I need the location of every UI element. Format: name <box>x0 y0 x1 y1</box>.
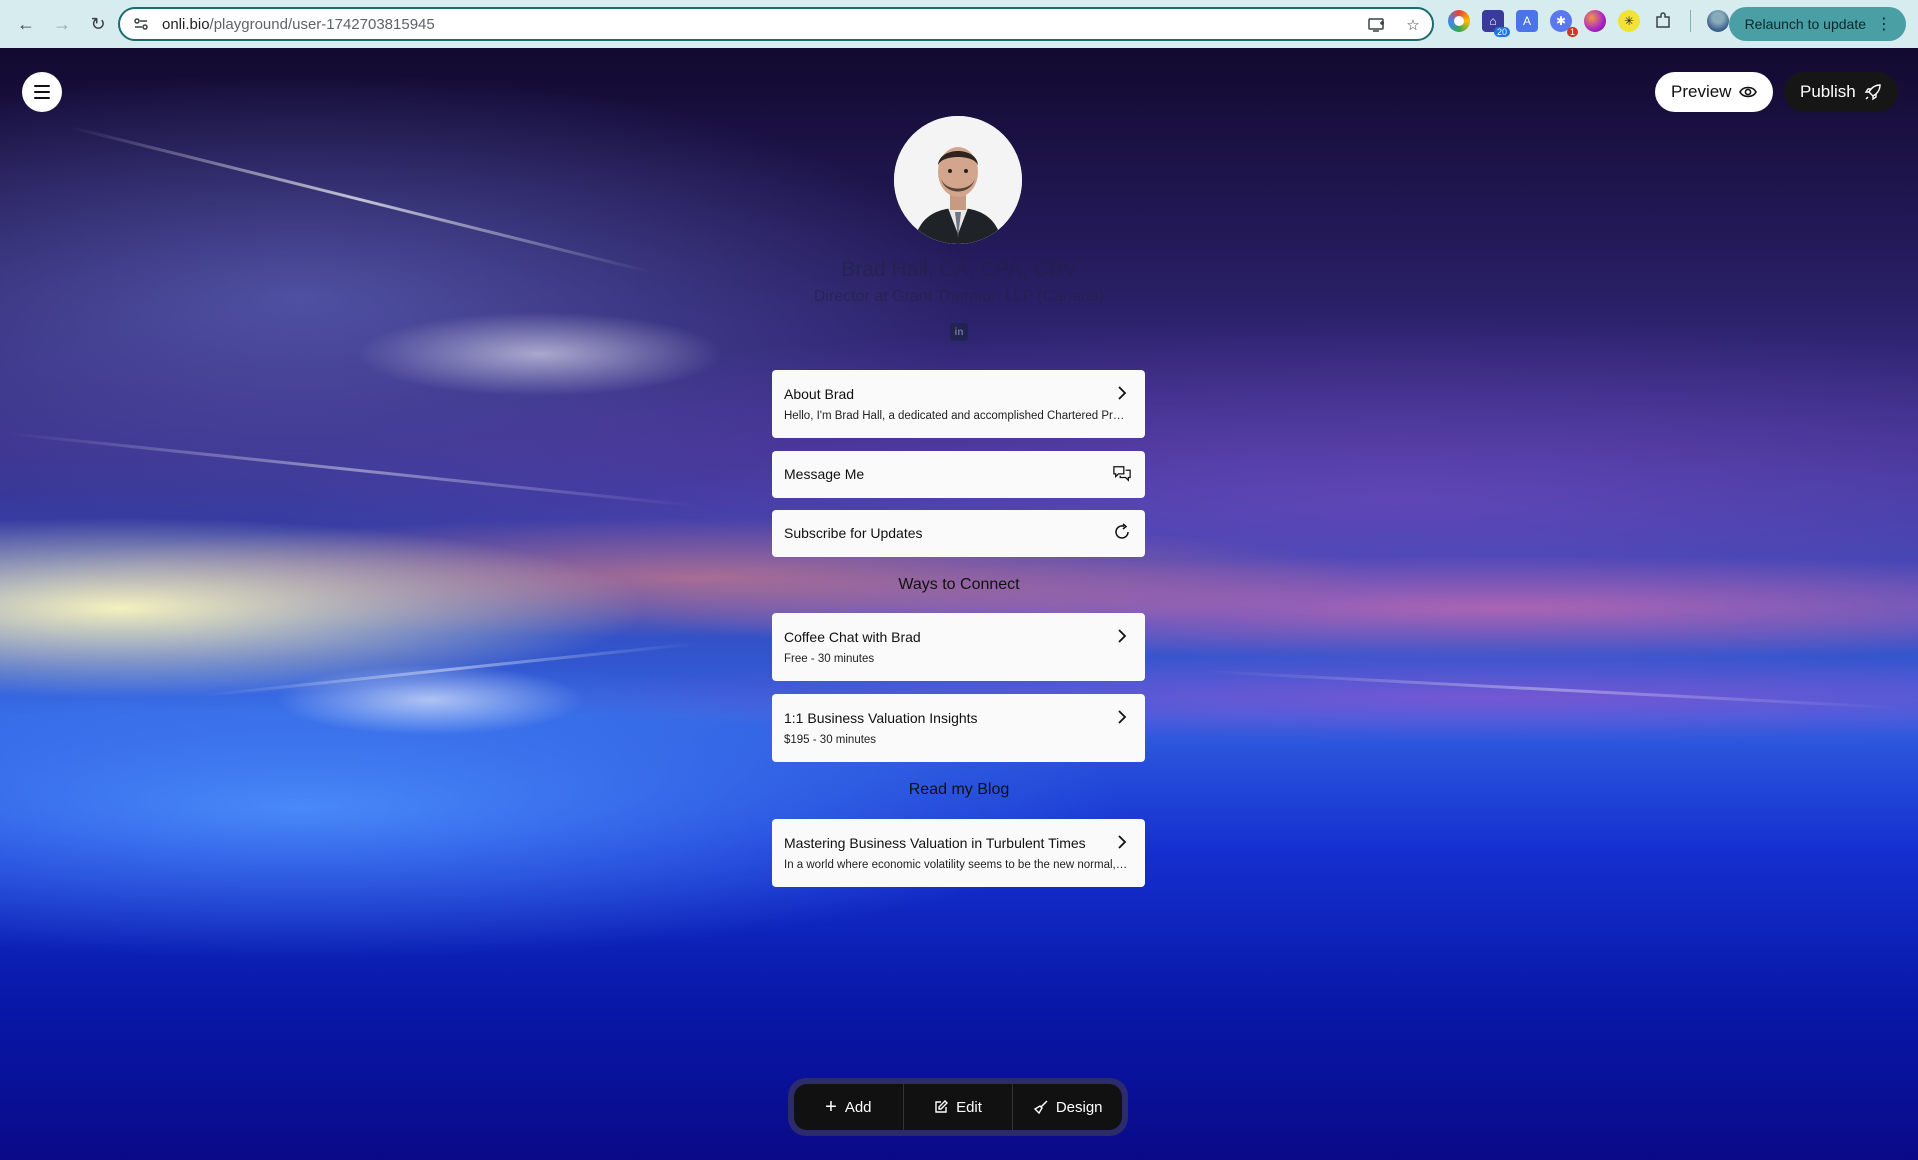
bookmark-star-icon[interactable]: ☆ <box>1402 14 1424 36</box>
edit-button[interactable]: Edit <box>904 1084 1014 1130</box>
offering-price: Free - 30 minutes <box>784 653 875 665</box>
toolbar-divider <box>1690 10 1691 32</box>
profile-name: Brad Hall, CA, CPA, CBV <box>841 258 1077 281</box>
preview-label: Preview <box>1671 82 1732 101</box>
offering-price: $195 - 30 minutes <box>784 734 877 746</box>
relaunch-label: Relaunch to update <box>1744 16 1866 32</box>
design-button[interactable]: Design <box>1013 1084 1122 1130</box>
relaunch-button[interactable]: Relaunch to update ⋮ <box>1728 7 1906 41</box>
rocket-icon <box>1864 84 1881 101</box>
list-item[interactable]: Coffee Chat with Brad Free - 30 minutes <box>772 613 1145 681</box>
offering-title: 1:1 Business Valuation Insights <box>784 710 978 726</box>
chevron-right-icon <box>1113 833 1131 851</box>
pencil-icon <box>935 1100 949 1113</box>
extension-asterisk-icon[interactable]: ✳ <box>1618 10 1640 32</box>
refresh-icon <box>1113 523 1131 541</box>
preview-button[interactable]: Preview <box>1655 72 1774 112</box>
list-item[interactable]: 1:1 Business Valuation Insights $195 - 3… <box>772 694 1145 762</box>
offering-title: Coffee Chat with Brad <box>784 629 921 645</box>
ways-to-connect-heading: Ways to Connect <box>898 576 1020 593</box>
brush-icon <box>1033 1099 1048 1114</box>
publish-button[interactable]: Publish <box>1784 72 1898 112</box>
reload-icon[interactable]: ↻ <box>80 6 116 42</box>
add-button[interactable]: + Add <box>794 1084 904 1130</box>
profile-avatar-icon[interactable] <box>1707 10 1729 32</box>
chevron-right-icon <box>1113 384 1131 402</box>
about-summary: Hello, I'm Brad Hall, a dedicated and ac… <box>784 410 1129 422</box>
plus-icon: + <box>825 1096 837 1118</box>
chevron-right-icon <box>1113 708 1131 726</box>
forward-icon[interactable]: → <box>44 6 80 42</box>
more-options-icon[interactable]: ⋮ <box>1876 14 1892 34</box>
site-settings-icon[interactable] <box>132 15 150 33</box>
chat-bubbles-icon <box>1113 464 1131 482</box>
subscribe-card[interactable]: Subscribe for Updates <box>772 510 1145 557</box>
address-bar[interactable]: onli.bio/playground/user-1742703815945 ☆ <box>118 7 1434 41</box>
eye-icon <box>1739 86 1758 98</box>
light-streak <box>1200 669 1900 710</box>
extension-orb-icon[interactable] <box>1584 10 1606 32</box>
light-streak <box>1 431 699 508</box>
design-label: Design <box>1055 1098 1103 1116</box>
page-background: Preview Publish Brad Hall, CA, CPA, CBV … <box>0 48 1918 1160</box>
url-text: onli.bio/playground/user-1742703815945 <box>162 15 435 33</box>
about-card[interactable]: About Brad Hello, I'm Brad Hall, a dedic… <box>772 370 1145 438</box>
read-my-blog-heading: Read my Blog <box>908 781 1010 798</box>
back-icon[interactable]: ← <box>8 6 44 42</box>
edit-label: Edit <box>956 1098 982 1116</box>
editor-toolbar: + Add Edit Design <box>788 1078 1128 1136</box>
avatar <box>894 116 1022 244</box>
extension-colorful-icon[interactable] <box>1448 10 1470 32</box>
extensions-puzzle-icon[interactable] <box>1652 10 1674 32</box>
profile-title: Director at Grant Thornton LLP (Canada) <box>813 288 1105 305</box>
add-label: Add <box>844 1098 872 1116</box>
about-title: About Brad <box>784 386 855 402</box>
linkedin-icon[interactable]: in <box>950 323 968 341</box>
message-me-card[interactable]: Message Me <box>772 451 1145 498</box>
blog-post-excerpt: In a world where economic volatility see… <box>784 859 1129 871</box>
light-streak <box>68 125 652 274</box>
list-item[interactable]: Mastering Business Valuation in Turbulen… <box>772 819 1145 887</box>
subscribe-title: Subscribe for Updates <box>784 525 923 541</box>
publish-label: Publish <box>1800 82 1856 101</box>
chevron-right-icon <box>1113 627 1131 645</box>
extension-home-icon[interactable]: ⌂ 20 <box>1482 10 1510 37</box>
extension-sparkle-icon[interactable]: ✱ 1 <box>1550 10 1578 37</box>
install-app-icon[interactable] <box>1366 14 1388 36</box>
message-me-title: Message Me <box>784 466 865 482</box>
hamburger-menu-button[interactable] <box>22 72 62 112</box>
light-streak <box>201 641 699 698</box>
blog-post-title: Mastering Business Valuation in Turbulen… <box>784 835 1086 851</box>
extension-translate-icon[interactable]: A <box>1516 10 1538 32</box>
